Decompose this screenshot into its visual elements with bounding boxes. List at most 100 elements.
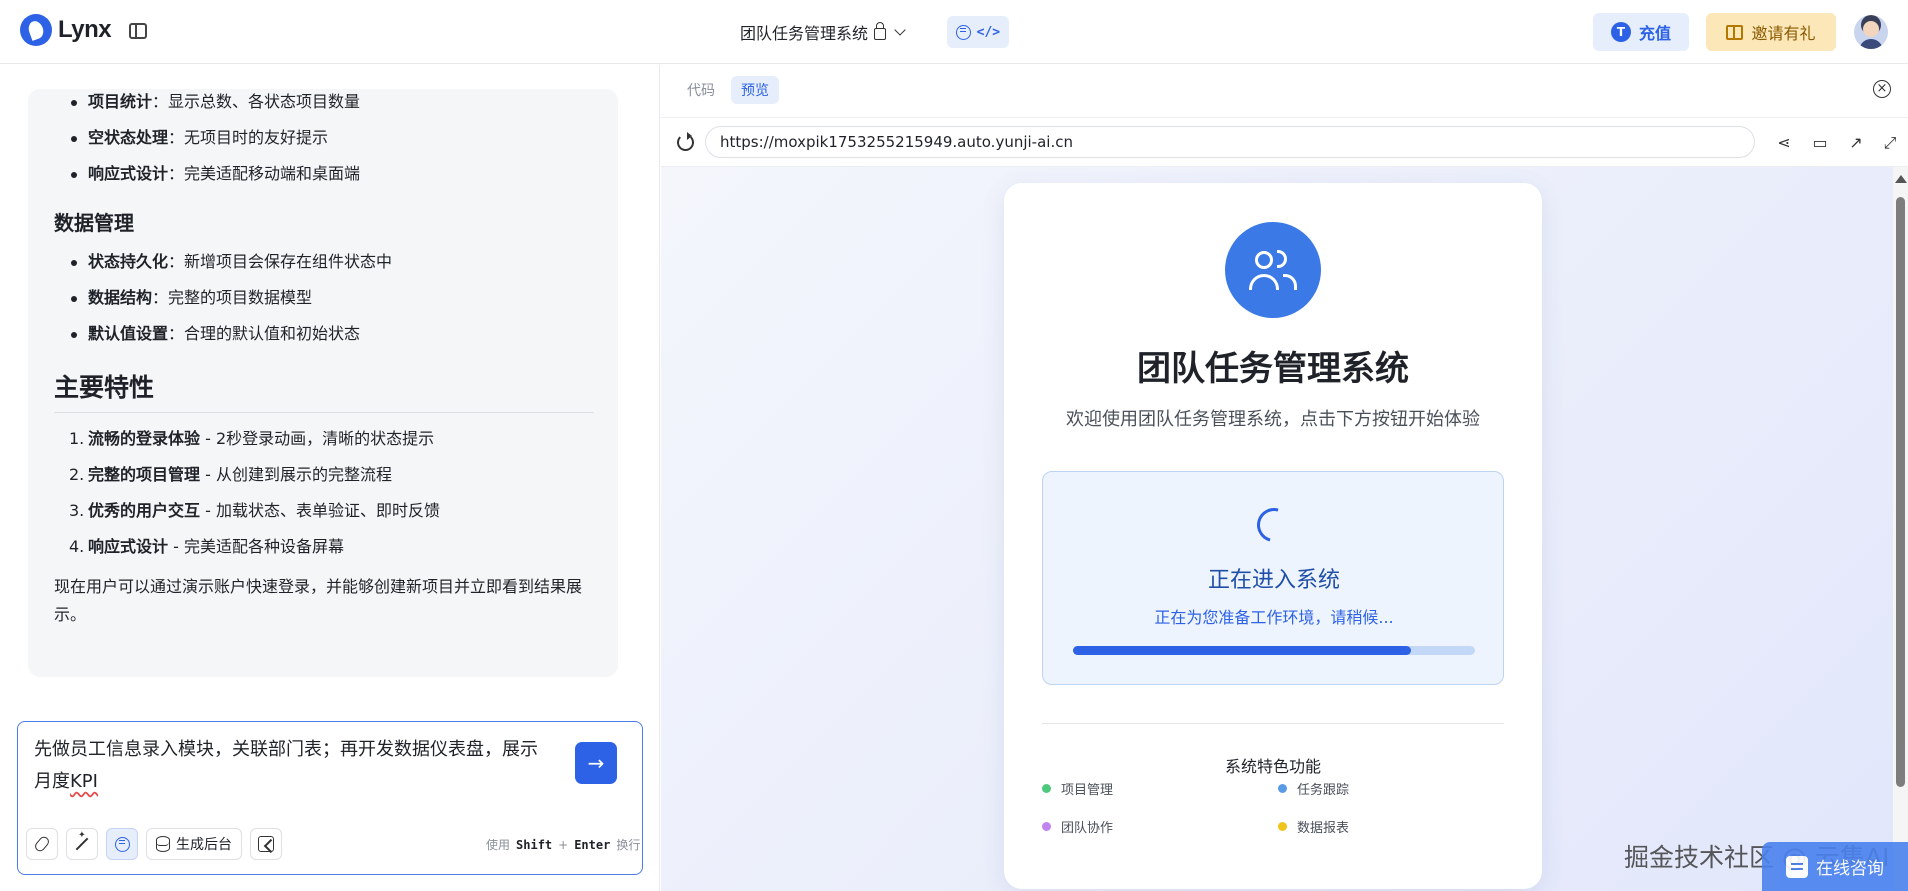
magic-wand-icon (75, 837, 89, 851)
scroll-up-icon[interactable] (1895, 175, 1907, 183)
recharge-button[interactable]: T 充值 (1593, 13, 1689, 51)
hint-newline: 换行 (616, 838, 641, 852)
input-line-2: 月度 (34, 771, 70, 792)
feature-text: - 完美适配各种设备屏幕 (168, 537, 344, 556)
token-icon: T (1610, 22, 1631, 42)
chat-input-box[interactable]: 先做员工信息录入模块，关联部门表；再开发数据仪表盘，展示 月度KPI → 生成后… (17, 721, 643, 875)
message-content: 项目统计：显示总数、各状态项目数量 空状态处理：无项目时的友好提示 响应式设计：完美… (54, 89, 594, 629)
list-item-bold: 空状态处理 (88, 128, 169, 147)
tab-code[interactable]: 代码 (677, 76, 725, 104)
reload-icon[interactable] (677, 132, 694, 151)
chevron-down-icon (894, 24, 906, 36)
send-button[interactable]: → (575, 742, 617, 784)
list-item-bold: 状态持久化 (88, 252, 169, 271)
feature-number: 1. (69, 429, 85, 448)
feature-item: 2. 完整的项目管理 - 从创建到展示的完整流程 (54, 457, 594, 493)
keyboard-hint: 使用 Shift + Enter 换行 (486, 836, 640, 853)
open-external-icon[interactable]: ↗ (1847, 134, 1865, 152)
project-title-dropdown[interactable]: 团队任务管理系统 (740, 20, 906, 44)
feature-bold: 优秀的用户交互 (88, 501, 201, 520)
chat-input[interactable]: 先做员工信息录入模块，关联部门表；再开发数据仪表盘，展示 月度KPI (34, 734, 574, 798)
features-list: 1. 流畅的登录体验 - 2秒登录动画，清晰的状态提示 2. 完整的项目管理 - 从创… (54, 421, 594, 565)
feature-dot-icon (1042, 784, 1051, 793)
list-item-text: ：完整的项目数据模型 (152, 288, 313, 307)
close-icon[interactable]: × (1873, 80, 1891, 98)
project-title: 团队任务管理系统 (740, 24, 869, 43)
closing-text: 现在用户可以通过演示账户快速登录，并能够创建新项目并立即看到结果展示。 (54, 577, 583, 624)
card-title: 团队任务管理系统 (1137, 349, 1409, 389)
url-field[interactable]: https://moxpik1753255215949.auto.yunji-a… (705, 126, 1755, 158)
attach-button[interactable] (26, 828, 58, 860)
code-mode-icon[interactable]: </> (977, 25, 1000, 40)
logo[interactable]: Lynx (20, 14, 112, 46)
feature-bold: 流畅的登录体验 (88, 429, 201, 448)
select-element-button[interactable] (250, 828, 282, 860)
paperclip-icon (33, 834, 51, 854)
preview-tabs: 代码 预览 (677, 76, 779, 104)
hint-plus: + (558, 837, 569, 852)
list-item-text: ：新增项目会保存在组件状态中 (168, 252, 393, 271)
input-line-1: 先做员工信息录入模块，关联部门表；再开发数据仪表盘，展示 (34, 739, 538, 760)
divider (1042, 723, 1504, 724)
spellcheck-word: KPI (70, 771, 98, 792)
feature-number: 3. (69, 501, 85, 520)
feature-bold: 响应式设计 (88, 537, 169, 556)
data-management-heading: 数据管理 (54, 211, 134, 235)
feature-number: 2. (69, 465, 85, 484)
data-bullets: 状态持久化：新增项目会保存在组件状态中 数据结构：完整的项目数据模型 默认值设置：合… (54, 244, 594, 352)
spinner-icon (1250, 501, 1298, 549)
generate-backend-button[interactable]: 生成后台 (146, 828, 242, 860)
feature-tag: 项目管理 (1042, 779, 1113, 798)
magic-button[interactable] (66, 828, 98, 860)
avatar[interactable] (1854, 15, 1888, 49)
list-item: 响应式设计：完美适配移动端和桌面端 (54, 156, 594, 192)
feature-item: 3. 优秀的用户交互 - 加载状态、表单验证、即时反馈 (54, 493, 594, 529)
chat-panel: 项目统计：显示总数、各状态项目数量 空状态处理：无项目时的友好提示 响应式设计：完美… (0, 65, 660, 891)
list-item-text: ：完美适配移动端和桌面端 (168, 164, 361, 183)
chat-mode-icon[interactable] (955, 24, 971, 40)
feature-dot-icon (1278, 784, 1287, 793)
invite-button[interactable]: 邀请有礼 (1706, 13, 1836, 51)
mode-toggle: </> (947, 16, 1009, 48)
scroll-thumb[interactable] (1896, 197, 1905, 787)
preview-viewport: 团队任务管理系统 欢迎使用团队任务管理系统，点击下方按钮开始体验 正在进入系统 … (661, 167, 1893, 891)
share-icon[interactable]: ⋖ (1775, 134, 1793, 152)
database-icon (156, 836, 170, 852)
assistant-message: 项目统计：显示总数、各状态项目数量 空状态处理：无项目时的友好提示 响应式设计：完美… (28, 89, 618, 677)
list-item: 项目统计：显示总数、各状态项目数量 (54, 89, 594, 120)
list-item: 数据结构：完整的项目数据模型 (54, 280, 594, 316)
feature-item: 4. 响应式设计 - 完美适配各种设备屏幕 (54, 529, 594, 565)
device-icon[interactable]: ▭ (1811, 134, 1829, 152)
feature-text: - 从创建到展示的完整流程 (200, 465, 392, 484)
chat-mode-button[interactable] (106, 828, 138, 860)
list-item-bold: 数据结构 (88, 288, 153, 307)
scrollbar[interactable] (1893, 167, 1908, 891)
progress-fill (1073, 646, 1411, 655)
list-item-text: ：无项目时的友好提示 (168, 128, 329, 147)
feature-label: 任务跟踪 (1297, 783, 1350, 798)
feature-bold: 完整的项目管理 (88, 465, 201, 484)
feature-tag: 任务跟踪 (1278, 779, 1349, 798)
hint-enter: Enter (574, 837, 611, 852)
users-icon (1225, 222, 1321, 318)
feature-label: 项目管理 (1061, 783, 1114, 798)
feature-text: - 2秒登录动画，清晰的状态提示 (200, 429, 435, 448)
list-item-text: ：显示总数、各状态项目数量 (152, 92, 361, 111)
hint-shift: Shift (516, 837, 553, 852)
card-subtitle: 欢迎使用团队任务管理系统，点击下方按钮开始体验 (1066, 409, 1480, 430)
feature-number: 4. (69, 537, 85, 556)
invite-label: 邀请有礼 (1751, 24, 1816, 43)
sidebar-toggle-icon[interactable] (129, 23, 147, 39)
lynx-logo-icon (20, 14, 52, 46)
loading-box: 正在进入系统 正在为您准备工作环境，请稍候... (1042, 471, 1504, 685)
feature-tag: 数据报表 (1278, 817, 1349, 836)
online-consult-button[interactable]: 在线咨询 (1762, 842, 1908, 891)
tab-preview[interactable]: 预览 (731, 76, 779, 104)
consult-icon (1786, 855, 1808, 878)
list-item-text: ：合理的默认值和初始状态 (168, 324, 361, 343)
stats-bullets: 项目统计：显示总数、各状态项目数量空状态处理：无项目时的友好提示响应式设计：完美… (54, 89, 594, 192)
feature-tag: 团队协作 (1042, 817, 1113, 836)
loading-subtitle: 正在为您准备工作环境，请稍候... (1154, 608, 1394, 627)
top-bar: Lynx 团队任务管理系统 </> T 充值 邀请有礼 (0, 0, 1908, 64)
fullscreen-icon[interactable]: ⤢ (1881, 134, 1899, 152)
